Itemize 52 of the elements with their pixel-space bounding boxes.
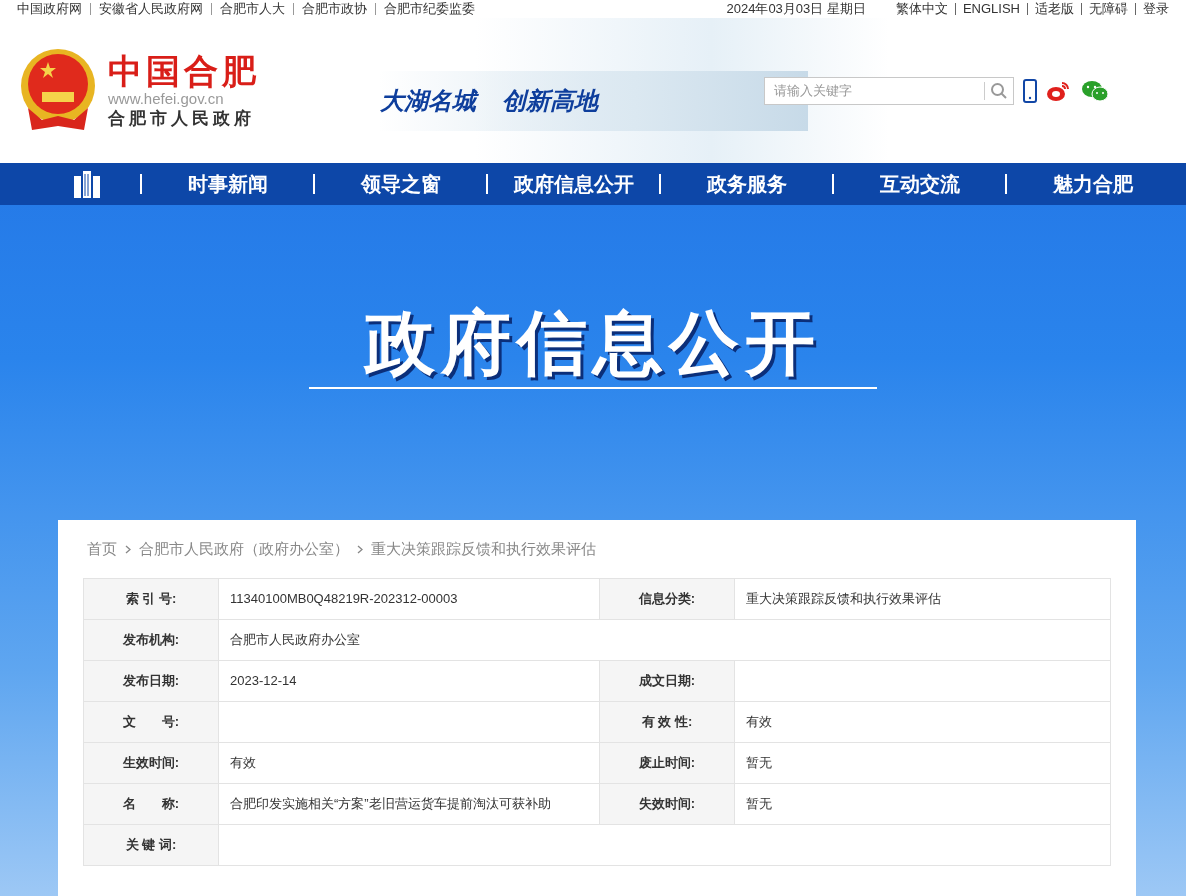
nav-item[interactable]: 政务服务 <box>661 169 832 199</box>
field-label: 失效时间: <box>600 784 735 824</box>
top-link[interactable]: 合肥市纪委监委 <box>384 0 475 19</box>
nav-item[interactable]: 互动交流 <box>834 169 1005 199</box>
field-value: 暂无 <box>746 795 772 813</box>
nav-item[interactable]: 魅力合肥 <box>1007 169 1178 199</box>
top-link[interactable]: 繁体中文 <box>895 0 948 19</box>
field-value: 有效 <box>230 754 256 772</box>
field-value: 合肥印发实施相关“方案”老旧营运货车提前淘汰可获补助 <box>230 795 551 813</box>
field-label: 文 号: <box>84 702 219 742</box>
field-value: 11340100MB0Q48219R-202312-00003 <box>230 590 458 608</box>
site-url: www.hefei.gov.cn <box>108 89 225 108</box>
top-link[interactable]: 登录 <box>1143 0 1169 19</box>
field-label: 生效时间: <box>84 743 219 783</box>
field-label: 成文日期: <box>600 661 735 701</box>
date-text: 2024年03月03日 星期日 <box>726 0 866 19</box>
field-label: 废止时间: <box>600 743 735 783</box>
nav-item[interactable]: 领导之窗 <box>315 169 486 199</box>
field-label: 名 称: <box>84 784 219 824</box>
breadcrumb-link[interactable]: 首页 <box>87 537 117 561</box>
chevron-icon <box>125 544 131 554</box>
mobile-phone-icon[interactable] <box>1023 78 1037 103</box>
field-value: 合肥市人民政府办公室 <box>230 631 360 649</box>
breadcrumb-link[interactable]: 合肥市人民政府（政府办公室） <box>139 537 349 561</box>
field-value: 重大决策跟踪反馈和执行效果评估 <box>746 590 941 608</box>
top-link[interactable]: ENGLISH <box>962 0 1020 19</box>
field-value: 2023-12-14 <box>230 672 297 690</box>
field-value: 暂无 <box>746 754 772 772</box>
building-icon[interactable] <box>72 170 102 198</box>
site-subtitle: 合肥市人民政府 <box>108 107 256 130</box>
search-icon[interactable] <box>990 81 1008 100</box>
top-link[interactable]: 合肥市人大 <box>220 0 285 19</box>
search-field[interactable]: 请输入关键字 <box>764 76 1014 105</box>
breadcrumb-link[interactable]: 重大决策跟踪反馈和执行效果评估 <box>371 537 596 561</box>
nav-item[interactable]: 时事新闻 <box>142 169 313 199</box>
field-label: 发布机构: <box>84 620 219 660</box>
site-title: 中国合肥 <box>108 51 260 90</box>
top-link[interactable]: 安徽省人民政府网 <box>99 0 203 19</box>
field-label: 索 引 号: <box>84 579 219 619</box>
top-link[interactable]: 合肥市政协 <box>302 0 367 19</box>
nav-item[interactable]: 政府信息公开 <box>488 169 659 199</box>
field-value: 有效 <box>746 713 772 731</box>
chevron-icon <box>357 544 363 554</box>
field-label: 有 效 性: <box>600 702 735 742</box>
banner-title: 政府信息公开 <box>365 303 821 383</box>
top-link[interactable]: 适老版 <box>1035 0 1074 19</box>
top-link[interactable]: 无障碍 <box>1089 0 1128 19</box>
slogan-text: 创新高地 <box>502 86 598 116</box>
field-label: 关 键 词: <box>84 825 219 865</box>
field-label: 发布日期: <box>84 661 219 701</box>
field-label: 信息分类: <box>600 579 735 619</box>
top-link[interactable]: 中国政府网 <box>17 0 82 19</box>
